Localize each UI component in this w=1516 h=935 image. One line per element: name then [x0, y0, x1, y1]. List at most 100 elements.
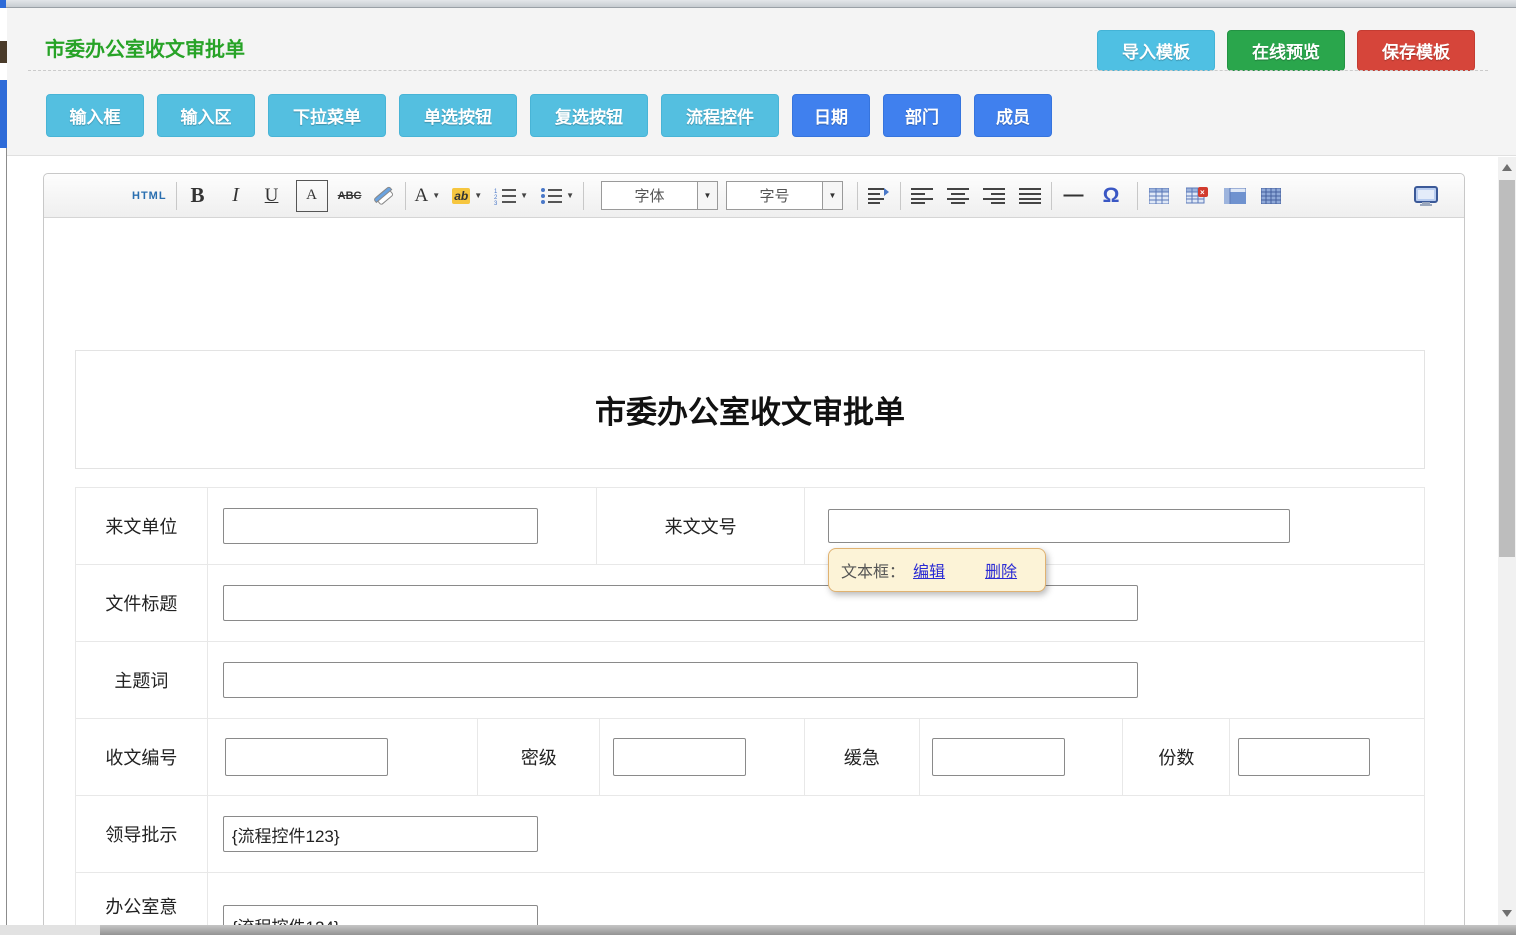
left-edge-sliver: [0, 8, 7, 935]
bullet-list-button[interactable]: ▼: [540, 181, 574, 211]
special-char-button[interactable]: Ω: [1099, 181, 1123, 211]
table-cell-props-button[interactable]: [1223, 181, 1247, 211]
save-template-button[interactable]: 保存模板: [1357, 30, 1475, 71]
add-date-button[interactable]: 日期: [792, 94, 870, 137]
table-grid-icon: [1261, 188, 1281, 204]
form-table: 来文单位 来文文号 文件标题 主题词 收文编号 密: [75, 487, 1425, 935]
toolbar-separator: [1137, 182, 1138, 210]
copies-input[interactable]: [1238, 738, 1370, 776]
italic-button[interactable]: I: [224, 181, 248, 211]
add-radio-button[interactable]: 单选按钮: [399, 94, 517, 137]
urgency-input[interactable]: [932, 738, 1065, 776]
strikethrough-button[interactable]: ABC: [338, 181, 362, 211]
chevron-down-icon: ▼: [697, 182, 717, 209]
table-cell-icon: [1224, 188, 1246, 204]
ordered-list-button[interactable]: 123 ▼: [494, 181, 528, 211]
eraser-icon: [373, 186, 395, 206]
import-template-button[interactable]: 导入模板: [1097, 30, 1215, 71]
vertical-scrollbar[interactable]: [1498, 157, 1516, 925]
source-unit-input[interactable]: [223, 508, 538, 544]
align-center-button[interactable]: [946, 181, 970, 211]
insert-table-button[interactable]: [1147, 181, 1171, 211]
table-row: 领导批示: [76, 796, 1424, 873]
vertical-scrollbar-thumb[interactable]: [1499, 180, 1515, 557]
cell-receipt-no: [208, 719, 479, 795]
chevron-down-icon: ▼: [566, 191, 574, 200]
svg-text:×: ×: [1200, 188, 1205, 197]
field-label-keywords: 主题词: [76, 642, 208, 718]
scroll-up-arrow[interactable]: [1498, 159, 1516, 175]
align-justify-icon: [1019, 188, 1041, 204]
underline-button[interactable]: U: [260, 181, 284, 211]
table-row: 来文单位 来文文号: [76, 488, 1424, 565]
toolbar-separator: [176, 182, 177, 210]
bold-button[interactable]: B: [186, 181, 210, 211]
add-department-button[interactable]: 部门: [883, 94, 961, 137]
field-label-source-unit: 来文单位: [76, 488, 208, 564]
control-tooltip: 文本框： 编辑 删除: [828, 548, 1046, 592]
align-center-icon: [947, 188, 969, 204]
form-title-block: 市委办公室收文审批单: [75, 350, 1425, 469]
chevron-down-icon: ▼: [520, 191, 528, 200]
online-preview-button[interactable]: 在线预览: [1227, 30, 1345, 71]
eraser-button[interactable]: [372, 181, 396, 211]
font-size-value: 字号: [727, 185, 822, 206]
align-left-button[interactable]: [910, 181, 934, 211]
font-color-button[interactable]: A ▼: [415, 181, 441, 211]
field-label-copies: 份数: [1123, 719, 1230, 795]
doc-number-input[interactable]: [828, 509, 1290, 543]
add-textarea-button[interactable]: 输入区: [157, 94, 255, 137]
add-member-button[interactable]: 成员: [974, 94, 1052, 137]
ordered-list-icon: 123: [494, 187, 516, 205]
table-icon: [1149, 188, 1169, 204]
highlight-button[interactable]: ab ▼: [452, 181, 482, 211]
cell-doc-title: [208, 565, 1424, 641]
left-sliver-dark-patch: [0, 41, 7, 63]
scroll-down-arrow[interactable]: [1498, 905, 1516, 921]
table-row: 收文编号 密级 缓急 份数: [76, 719, 1424, 796]
window-corner-accent: [0, 0, 6, 8]
leader-note-input[interactable]: [223, 816, 538, 852]
svg-text:3: 3: [494, 201, 498, 205]
tooltip-delete-link[interactable]: 删除: [985, 558, 1017, 582]
keywords-input[interactable]: [223, 662, 1138, 698]
font-family-select[interactable]: 字体 ▼: [601, 181, 718, 210]
indent-button[interactable]: [867, 181, 891, 211]
fullscreen-button[interactable]: [1414, 181, 1438, 211]
editor-toolbar: HTML B I U A ABC A ▼ ab ▼ 123 ▼: [44, 174, 1464, 218]
field-label-doc-title: 文件标题: [76, 565, 208, 641]
template-actions: 导入模板 在线预览 保存模板: [1097, 30, 1475, 71]
table-grid-button[interactable]: [1259, 181, 1283, 211]
add-input-box-button[interactable]: 输入框: [46, 94, 144, 137]
page-title: 市委办公室收文审批单: [45, 33, 245, 62]
form-designer-window: 市委办公室收文审批单 导入模板 在线预览 保存模板 输入框 输入区 下拉菜单 单…: [0, 0, 1516, 935]
widget-button-row: 输入框 输入区 下拉菜单 单选按钮 复选按钮 流程控件 日期 部门 成员: [46, 94, 1052, 137]
add-flow-control-button[interactable]: 流程控件: [661, 94, 779, 137]
toolbar-separator: [857, 182, 858, 210]
left-sliver-border: [6, 148, 7, 933]
font-size-select[interactable]: 字号 ▼: [726, 181, 843, 210]
tooltip-edit-link[interactable]: 编辑: [913, 558, 945, 582]
cell-source-unit: [208, 488, 597, 564]
align-justify-button[interactable]: [1018, 181, 1042, 211]
field-label-leader-note: 领导批示: [76, 796, 208, 872]
cell-secrecy: [600, 719, 805, 795]
table-delete-icon: ×: [1186, 187, 1208, 204]
align-right-button[interactable]: [982, 181, 1006, 211]
toolbar-separator: [583, 182, 584, 210]
toolbar-separator: [900, 182, 901, 210]
indent-icon: [868, 187, 890, 205]
font-color-glyph: A: [415, 185, 429, 207]
tooltip-label: 文本框：: [841, 558, 905, 582]
toolbar-separator: [1051, 182, 1052, 210]
form-title: 市委办公室收文审批单: [595, 387, 905, 432]
html-source-button[interactable]: HTML: [132, 181, 167, 211]
font-border-button[interactable]: A: [296, 180, 328, 212]
chevron-down-icon: ▼: [822, 182, 842, 209]
add-dropdown-button[interactable]: 下拉菜单: [268, 94, 386, 137]
add-checkbox-button[interactable]: 复选按钮: [530, 94, 648, 137]
horizontal-rule-button[interactable]: —: [1061, 181, 1085, 211]
delete-table-button[interactable]: ×: [1185, 181, 1209, 211]
secrecy-input[interactable]: [613, 738, 746, 776]
receipt-no-input[interactable]: [225, 738, 388, 776]
